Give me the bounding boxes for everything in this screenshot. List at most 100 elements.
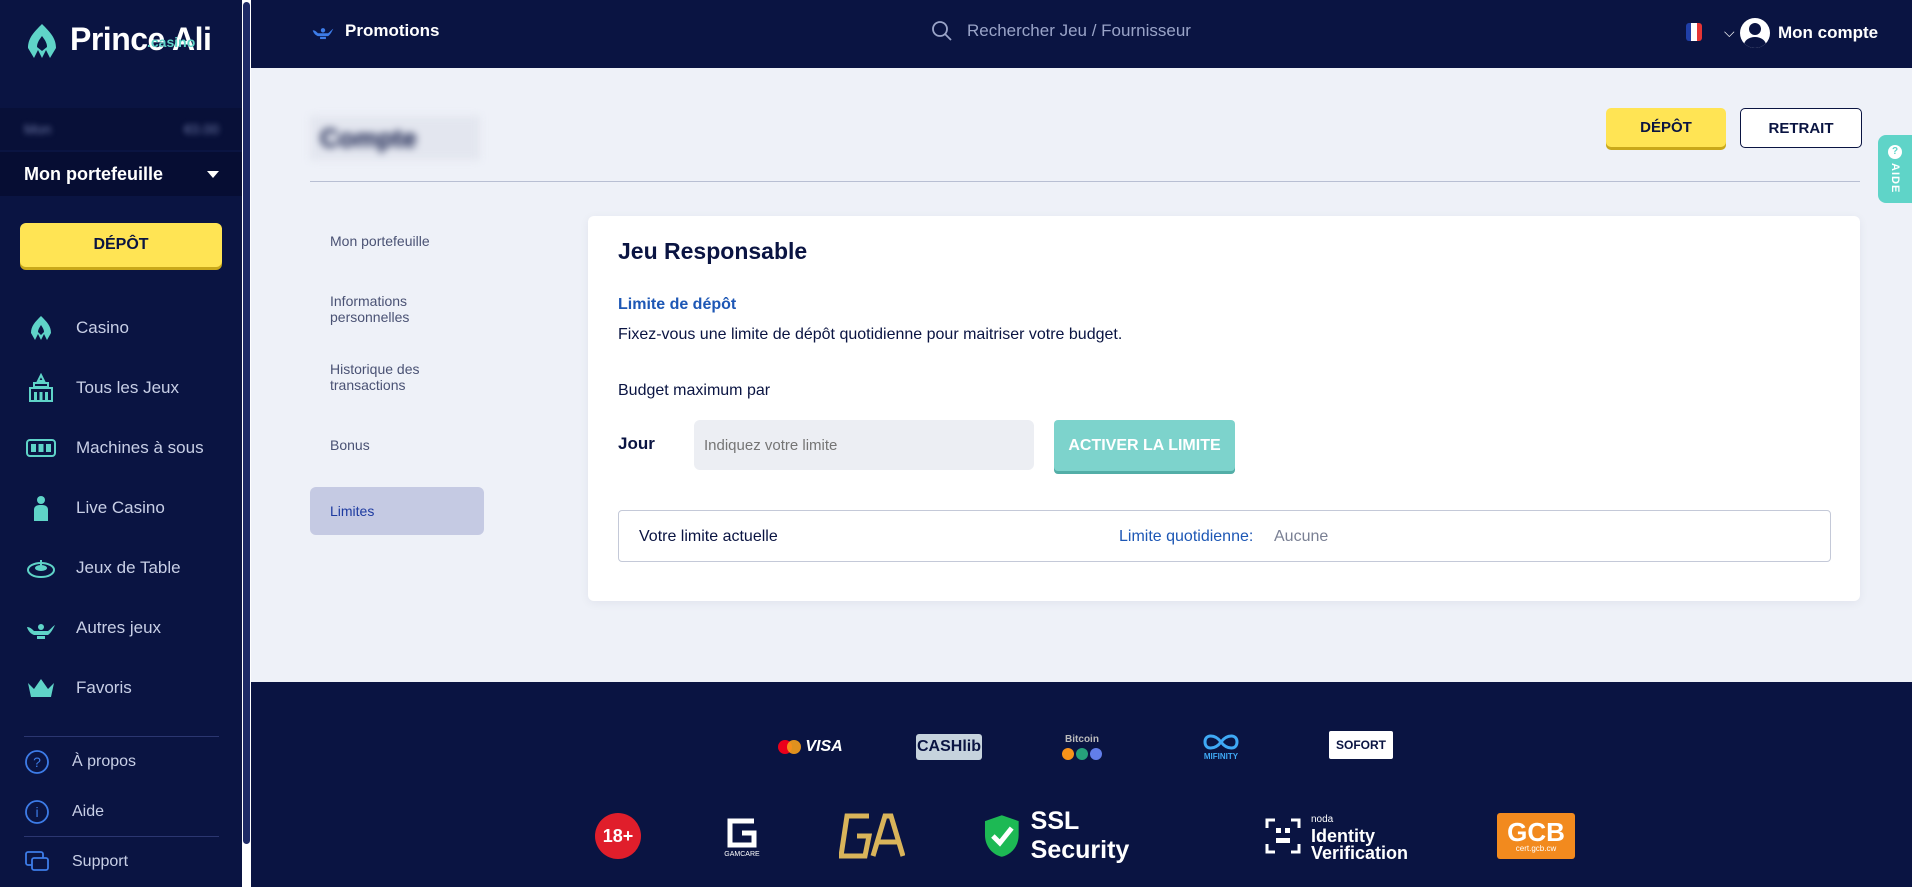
promotions-label: Promotions <box>345 21 440 40</box>
sidebar-deposit-button[interactable]: DÉPÔT <box>20 223 222 267</box>
wallet-selector-label: Mon portefeuille <box>24 163 163 184</box>
sidebar-item-label: Live Casino <box>76 498 165 517</box>
dealer-icon <box>34 496 48 521</box>
subnav-bonus[interactable]: Bonus <box>310 411 484 479</box>
palace-icon <box>29 373 53 402</box>
sidebar-item-label: Jeux de Table <box>76 558 181 577</box>
sidebar-item-all-games[interactable]: Tous les Jeux <box>0 358 243 418</box>
visa-mastercard-logo: VISA <box>775 732 845 762</box>
divider <box>24 736 219 737</box>
chevron-down-icon[interactable]: ⌵ <box>1724 24 1735 41</box>
shield-check-icon <box>984 815 1019 857</box>
budget-label: Budget maximum par <box>618 382 771 399</box>
deposit-button[interactable]: DÉPÔT <box>1606 108 1726 147</box>
sidebar-item-label: À propos <box>72 753 137 770</box>
noda-label: noda <box>1311 813 1334 825</box>
help-question-icon: ? <box>1888 144 1902 159</box>
sidebar-item-casino[interactable]: Casino <box>0 298 243 358</box>
promotions-link[interactable]: Promotions <box>309 20 439 42</box>
identity-verification-badge: noda Identity Verification <box>1263 810 1423 862</box>
gamcare-g-icon <box>727 818 757 847</box>
sidebar-scrollbar[interactable] <box>242 0 251 887</box>
identity-verification-text: noda Identity Verification <box>1311 811 1408 862</box>
slot-machine-icon <box>26 439 56 457</box>
top-bar: Promotions Rechercher Jeu / Fournisseur … <box>251 0 1912 68</box>
crypto-logo: Bitcoin <box>1056 732 1108 762</box>
casino-lamp-icon <box>31 316 51 340</box>
period-label: Jour <box>618 434 655 453</box>
footer: VISA CASHlib Bitcoin MIFINITY SOFORT 18+… <box>251 682 1912 887</box>
gamcare-logo: GAMCARE <box>719 810 765 862</box>
sidebar-item-label: Favoris <box>76 678 132 697</box>
help-tab[interactable]: ? AIDE <box>1878 135 1912 203</box>
verification-label: Verification <box>1311 842 1409 863</box>
sidebar-item-slots[interactable]: Machines à sous <box>0 418 243 478</box>
caret-down-icon <box>207 170 219 178</box>
sidebar-item-label: Casino <box>76 318 129 337</box>
subnav-limits[interactable]: Limites <box>310 487 484 535</box>
account-label: Mon compte <box>1778 23 1879 42</box>
svg-text:?: ? <box>33 754 41 770</box>
lamp-logo-icon <box>28 24 56 58</box>
page-header: Compte DÉPÔT RETRAIT <box>310 100 1862 182</box>
sidebar-item-other-games[interactable]: Autres jeux <box>0 598 243 658</box>
sidebar-item-label: Autres jeux <box>76 618 162 637</box>
withdraw-button[interactable]: RETRAIT <box>1740 108 1862 148</box>
ssl-security-badge: SSL Security <box>983 807 1183 864</box>
activate-limit-button[interactable]: ACTIVER LA LIMITE <box>1054 420 1235 471</box>
card-title: Jeu Responsable <box>618 238 808 264</box>
daily-limit-label: Limite quotidienne: <box>1119 528 1254 545</box>
gcb-logo: GCB cert.gcb.cw <box>1497 813 1575 859</box>
limit-input[interactable] <box>694 420 1034 470</box>
user-avatar-icon <box>1740 18 1770 48</box>
wallet-selector[interactable]: Mon portefeuille <box>0 152 243 196</box>
sidebar-item-favorites[interactable]: Favoris <box>0 658 243 718</box>
mifinity-logo: MIFINITY <box>1193 732 1249 762</box>
genie-lamp-icon <box>312 28 334 40</box>
page-title-blurred: Compte <box>310 116 480 160</box>
cashlib-logo: CASHlib <box>916 734 982 760</box>
crypto-coins-icon <box>1062 747 1102 760</box>
crown-icon <box>28 679 54 697</box>
deposit-limit-description: Fixez-vous une limite de dépôt quotidien… <box>618 326 1123 343</box>
ssl-label: SSL Security <box>1030 807 1130 864</box>
sidebar-item-help[interactable]: i Aide <box>24 799 104 825</box>
account-button[interactable]: Mon compte <box>1740 18 1878 48</box>
gaming-authority-logo <box>839 810 905 862</box>
sidebar-item-support[interactable]: Support <box>24 849 128 875</box>
crypto-label: Bitcoin <box>1065 733 1099 745</box>
wallet-balance: Mon €0.00 <box>0 108 243 150</box>
scrollbar-thumb[interactable] <box>243 2 250 844</box>
mastercard-icon <box>778 740 802 754</box>
gamcare-label: GAMCARE <box>724 850 760 858</box>
sidebar-item-label: Aide <box>72 803 105 820</box>
wallet-blurred-amount: €0.00 <box>183 121 219 137</box>
subnav-personal-info[interactable]: Informations personnelles <box>310 275 484 343</box>
subnav-wallet[interactable]: Mon portefeuille <box>310 207 484 275</box>
svg-text:i: i <box>35 804 38 820</box>
identity-label: Identity <box>1311 825 1376 846</box>
sidebar: Prince Ali .casino Mon €0.00 Mon portefe… <box>0 0 243 887</box>
search-bar[interactable]: Rechercher Jeu / Fournisseur <box>931 20 1191 42</box>
search-icon <box>932 21 952 41</box>
age-18-badge: 18+ <box>595 810 641 862</box>
search-input[interactable]: Rechercher Jeu / Fournisseur <box>967 21 1191 41</box>
account-subnav: Mon portefeuille Informations personnell… <box>310 207 484 535</box>
sidebar-item-table-games[interactable]: Jeux de Table <box>0 538 243 598</box>
gcb-cert-badge: GCB cert.gcb.cw <box>1497 810 1577 862</box>
help-tab-label: AIDE <box>1889 162 1901 194</box>
brand-suffix: .casino <box>147 34 196 50</box>
question-icon: ? <box>25 750 49 774</box>
french-flag-icon[interactable] <box>1686 23 1702 41</box>
subnav-transactions[interactable]: Historique des transactions <box>310 343 484 411</box>
wallet-blurred-label: Mon <box>24 121 52 137</box>
deposit-limit-title: Limite de dépôt <box>618 296 737 313</box>
roulette-icon <box>27 560 55 578</box>
divider <box>24 836 219 837</box>
face-scan-icon <box>1265 818 1301 854</box>
sidebar-item-about[interactable]: ? À propos <box>24 749 136 775</box>
info-icon: i <box>25 800 49 824</box>
daily-limit-value: Aucune <box>1274 528 1329 545</box>
visa-label: VISA <box>805 738 843 755</box>
sidebar-item-live-casino[interactable]: Live Casino <box>0 478 243 538</box>
